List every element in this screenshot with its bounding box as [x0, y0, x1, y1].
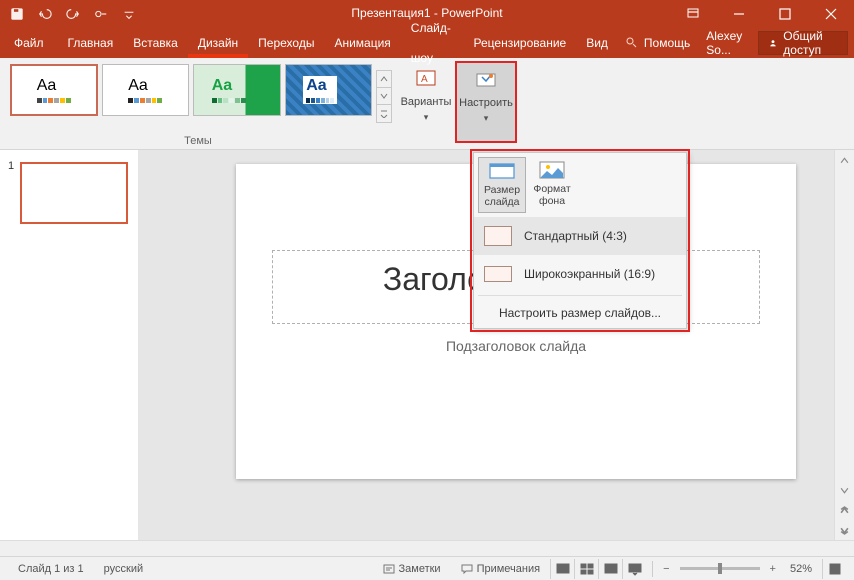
prev-slide-icon[interactable]	[836, 501, 854, 519]
subtitle-placeholder[interactable]: Подзаголовок слайда	[336, 338, 696, 366]
scroll-down-icon[interactable]	[836, 481, 854, 499]
minimize-button[interactable]	[716, 0, 762, 28]
size-wide-label: Широкоэкранный (16:9)	[524, 267, 655, 281]
zoom-slider[interactable]	[680, 567, 760, 570]
vertical-scrollbar[interactable]	[834, 150, 854, 540]
comments-button[interactable]: Примечания	[451, 563, 551, 575]
normal-view-icon[interactable]	[550, 559, 574, 579]
qat-dropdown-icon[interactable]	[122, 7, 136, 21]
reading-view-icon[interactable]	[598, 559, 622, 579]
wide-swatch-icon	[484, 266, 512, 282]
zoom-out-icon[interactable]: −	[659, 563, 673, 575]
tell-me-label: Помощь	[644, 36, 690, 50]
share-button[interactable]: Общий доступ	[758, 31, 848, 55]
theme-variant-2[interactable]: Aa	[102, 64, 190, 116]
quick-access-toolbar	[0, 7, 136, 21]
variants-label: Варианты	[401, 96, 452, 108]
themes-group: Aa Aa Aa Aa Темы	[0, 58, 396, 149]
tab-file[interactable]: Файл	[0, 28, 58, 58]
gallery-more-icon[interactable]	[377, 105, 391, 122]
horizontal-scrollbar[interactable]	[0, 540, 854, 556]
maximize-button[interactable]	[762, 0, 808, 28]
status-slide-count[interactable]: Слайд 1 из 1	[8, 563, 94, 575]
scroll-up-icon[interactable]	[836, 151, 854, 169]
ribbon-tabs: Файл Главная Вставка Дизайн Переходы Ани…	[0, 28, 854, 58]
theme-office[interactable]: Aa	[10, 64, 98, 116]
tab-design[interactable]: Дизайн	[188, 28, 248, 58]
save-icon[interactable]	[10, 7, 24, 21]
close-button[interactable]	[808, 0, 854, 28]
format-background-button[interactable]: Формат фона	[528, 157, 576, 213]
slideshow-view-icon[interactable]	[622, 559, 646, 579]
tab-home[interactable]: Главная	[58, 28, 124, 58]
standard-swatch-icon	[484, 226, 512, 246]
status-language[interactable]: русский	[94, 563, 153, 575]
user-account[interactable]: Alexey So...	[698, 28, 758, 58]
slide-sorter-icon[interactable]	[574, 559, 598, 579]
theme-gallery-nav[interactable]	[376, 70, 392, 123]
tab-insert[interactable]: Вставка	[123, 28, 188, 58]
slide-thumbnails-panel: 1	[0, 150, 138, 540]
slide-size-label: Размер слайда	[479, 184, 525, 208]
redo-icon[interactable]	[66, 7, 80, 21]
svg-text:A: A	[421, 74, 428, 85]
notes-button[interactable]: Заметки	[373, 563, 451, 575]
dropdown-separator	[478, 295, 682, 296]
zoom-level[interactable]: 52%	[780, 563, 822, 575]
custom-size-option[interactable]: Настроить размер слайдов...	[474, 298, 686, 328]
gallery-down-icon[interactable]	[377, 88, 391, 105]
format-background-label: Формат фона	[528, 183, 576, 207]
fit-to-window-icon[interactable]	[822, 559, 846, 579]
chevron-down-icon: ▾	[424, 112, 429, 123]
slide-size-button[interactable]: Размер слайда	[478, 157, 526, 213]
tab-review[interactable]: Рецензирование	[464, 28, 577, 58]
customize-button[interactable]: Настроить ▾	[456, 62, 516, 142]
work-area: 1 Заголовок слайда Подзаголовок слайда	[0, 150, 854, 540]
share-label: Общий доступ	[783, 29, 837, 57]
size-standard-option[interactable]: Стандартный (4:3)	[474, 217, 686, 255]
variants-button[interactable]: A Варианты ▾	[396, 62, 456, 142]
tell-me[interactable]: Помощь	[618, 28, 698, 58]
tab-animations[interactable]: Анимация	[324, 28, 400, 58]
view-buttons	[550, 559, 646, 579]
theme-variant-3[interactable]: Aa	[193, 64, 281, 116]
themes-group-label: Темы	[0, 135, 396, 147]
theme-variant-4[interactable]: Aa	[285, 64, 373, 116]
size-widescreen-option[interactable]: Широкоэкранный (16:9)	[474, 255, 686, 293]
size-standard-label: Стандартный (4:3)	[524, 229, 627, 243]
tab-slideshow[interactable]: Слайд-шоу	[401, 28, 464, 58]
ribbon-display-options-icon[interactable]	[670, 0, 716, 28]
next-slide-icon[interactable]	[836, 521, 854, 539]
slide-size-dropdown: Размер слайда Формат фона Стандартный (4…	[473, 152, 687, 329]
zoom-in-icon[interactable]: +	[766, 563, 780, 575]
gallery-up-icon[interactable]	[377, 71, 391, 88]
tab-view[interactable]: Вид	[576, 28, 618, 58]
tab-transitions[interactable]: Переходы	[248, 28, 324, 58]
thumb-number: 1	[8, 160, 14, 224]
chevron-down-icon: ▾	[484, 113, 489, 124]
customize-label: Настроить	[459, 97, 513, 109]
undo-icon[interactable]	[38, 7, 52, 21]
status-bar: Слайд 1 из 1 русский Заметки Примечания …	[0, 556, 854, 580]
slide-thumbnail-1[interactable]	[20, 162, 128, 224]
touch-mode-icon[interactable]	[94, 7, 108, 21]
